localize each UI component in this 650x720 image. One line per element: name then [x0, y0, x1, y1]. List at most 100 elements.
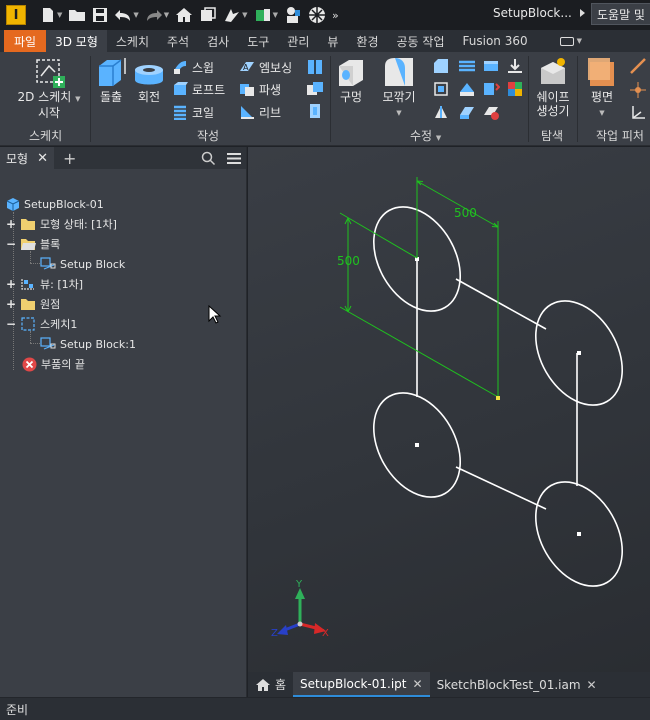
- sketch-canvas[interactable]: 500 500 Y X Z: [248, 147, 650, 672]
- save-icon[interactable]: [92, 4, 108, 26]
- appearance-icon[interactable]: ▼: [254, 4, 278, 26]
- expand-plus-icon[interactable]: +: [6, 217, 16, 231]
- coil-button[interactable]: 코일: [172, 102, 214, 122]
- tab-file[interactable]: 파일: [4, 30, 47, 52]
- sweep-label: 스윕: [192, 60, 215, 75]
- sketch-line[interactable]: [455, 278, 547, 330]
- add-browser-tab-icon[interactable]: +: [63, 149, 76, 168]
- tree-item-origin[interactable]: + 원점: [6, 294, 60, 314]
- graphics-viewport[interactable]: 500 500 Y X Z: [248, 147, 650, 672]
- tree-item-sketch1[interactable]: − 스케치1: [6, 314, 77, 334]
- color-palette-icon[interactable]: [506, 80, 524, 98]
- derive-button[interactable]: 파생: [239, 79, 281, 99]
- fillet-button[interactable]: 모깎기 ▼: [378, 56, 420, 120]
- search-icon[interactable]: [201, 151, 216, 166]
- shape-label-line1: 쉐이프: [536, 90, 570, 104]
- doc-tab-setupblock[interactable]: SetupBlock-01.ipt ✕: [293, 672, 430, 697]
- tree-item-view[interactable]: + 뷰: [1차]: [6, 274, 83, 294]
- shell-icon[interactable]: [458, 57, 476, 75]
- loft-button[interactable]: 로프트: [172, 79, 225, 99]
- doc-tab-sketchblocktest[interactable]: SketchBlockTest_01.iam ✕: [430, 672, 604, 697]
- inventor-logo-icon[interactable]: I: [6, 5, 26, 25]
- split-icon[interactable]: [306, 58, 324, 76]
- dimension-vertical-value[interactable]: 500: [337, 254, 360, 268]
- tab-view[interactable]: 뷰: [318, 30, 347, 52]
- more-overflow-icon[interactable]: »: [332, 4, 339, 26]
- open-folder-icon[interactable]: [68, 4, 86, 26]
- folder-icon: [21, 219, 35, 230]
- update-icon[interactable]: [199, 4, 217, 26]
- close-icon[interactable]: ✕: [413, 677, 423, 691]
- browser-tab-model[interactable]: 모형 ✕: [0, 147, 54, 169]
- start-2d-sketch-button[interactable]: 2D 스케치 ▼ 시작: [17, 56, 81, 120]
- collapse-minus-icon[interactable]: −: [6, 317, 16, 331]
- ucs-icon[interactable]: [629, 104, 647, 122]
- select-filter-icon[interactable]: ▼: [223, 4, 248, 26]
- center-point[interactable]: [577, 532, 581, 536]
- doc-tab-home[interactable]: 홈: [248, 672, 293, 697]
- extrude-button[interactable]: 돌출: [93, 56, 129, 104]
- thread-icon[interactable]: [432, 80, 450, 98]
- hamburger-menu-icon[interactable]: [226, 152, 242, 165]
- chamfer-icon[interactable]: [432, 57, 450, 75]
- expand-plus-icon[interactable]: +: [6, 297, 16, 311]
- tab-inspect[interactable]: 검사: [198, 30, 238, 52]
- undo-icon[interactable]: ▼: [114, 4, 139, 26]
- expand-plus-icon[interactable]: +: [6, 277, 16, 291]
- tab-3d-model[interactable]: 3D 모형: [46, 30, 107, 52]
- work-point-icon[interactable]: [629, 81, 647, 99]
- tab-manage[interactable]: 관리: [278, 30, 318, 52]
- draft-icon[interactable]: [482, 57, 500, 75]
- tree-item-setup-block-instance[interactable]: Setup Block:1: [40, 334, 136, 354]
- view-triad[interactable]: Y X Z: [271, 579, 329, 639]
- dimension-vertical[interactable]: [339, 212, 499, 398]
- tab-tools[interactable]: 도구: [238, 30, 278, 52]
- new-file-icon[interactable]: ▼: [40, 4, 62, 26]
- endpoint-marker[interactable]: [496, 396, 500, 400]
- center-point[interactable]: [415, 443, 419, 447]
- home-view-icon[interactable]: [175, 4, 193, 26]
- tree-item-setup-block[interactable]: Setup Block: [40, 254, 125, 274]
- thicken-icon[interactable]: [306, 102, 324, 120]
- hole-button[interactable]: 구멍: [333, 56, 369, 104]
- sweep-button[interactable]: 스윕: [172, 57, 214, 77]
- tree-item-part[interactable]: SetupBlock-01: [6, 194, 104, 214]
- close-icon[interactable]: ✕: [37, 151, 48, 166]
- dimension-horizontal-value[interactable]: 500: [454, 206, 477, 220]
- emboss-button[interactable]: A 엠보싱: [239, 57, 292, 77]
- help-search-input[interactable]: 도움말 및: [591, 3, 650, 25]
- sketch-line[interactable]: [455, 466, 547, 510]
- material-icon[interactable]: [284, 4, 302, 26]
- tab-sketch[interactable]: 스케치: [107, 30, 158, 52]
- tab-fusion-360[interactable]: Fusion 360: [454, 30, 537, 52]
- plane-button[interactable]: 평면 ▼: [582, 56, 622, 120]
- collapse-minus-icon[interactable]: −: [6, 237, 16, 251]
- tree-item-model-state[interactable]: + 모형 상태: [1차]: [6, 214, 117, 234]
- title-arrow-icon[interactable]: [580, 9, 585, 17]
- close-icon[interactable]: ✕: [587, 678, 597, 692]
- tab-environments[interactable]: 환경: [347, 30, 387, 52]
- press-pull-icon[interactable]: [432, 103, 450, 121]
- axis-z-label: Z: [271, 628, 278, 639]
- tree-item-block[interactable]: − 블록: [6, 234, 60, 254]
- revolve-button[interactable]: 회전: [131, 56, 167, 104]
- move-face-icon[interactable]: [506, 57, 524, 75]
- rib-button[interactable]: 리브: [239, 102, 281, 122]
- tree-item-end-of-part[interactable]: 부품의 끝: [22, 354, 85, 374]
- split-face-icon[interactable]: [458, 80, 476, 98]
- tab-annotate[interactable]: 주석: [158, 30, 198, 52]
- copy-object-icon[interactable]: [482, 80, 501, 98]
- clear-appearance-icon[interactable]: [308, 4, 326, 26]
- center-point[interactable]: [577, 351, 581, 355]
- shape-generator-button[interactable]: 쉐이프 생성기: [531, 56, 575, 118]
- work-axis-icon[interactable]: [629, 57, 647, 75]
- derive-label: 파생: [259, 82, 282, 97]
- tab-collaborate[interactable]: 공동 작업: [388, 30, 454, 52]
- replace-face-icon[interactable]: [458, 103, 476, 121]
- combine-icon[interactable]: [306, 80, 324, 98]
- tree-guide-line: [30, 263, 40, 264]
- ribbon-display-toggle[interactable]: ▼: [551, 30, 591, 52]
- delete-face-icon[interactable]: [482, 103, 500, 121]
- redo-icon[interactable]: ▼: [145, 4, 169, 26]
- group-label-work-features: 작업 피처: [596, 129, 644, 143]
